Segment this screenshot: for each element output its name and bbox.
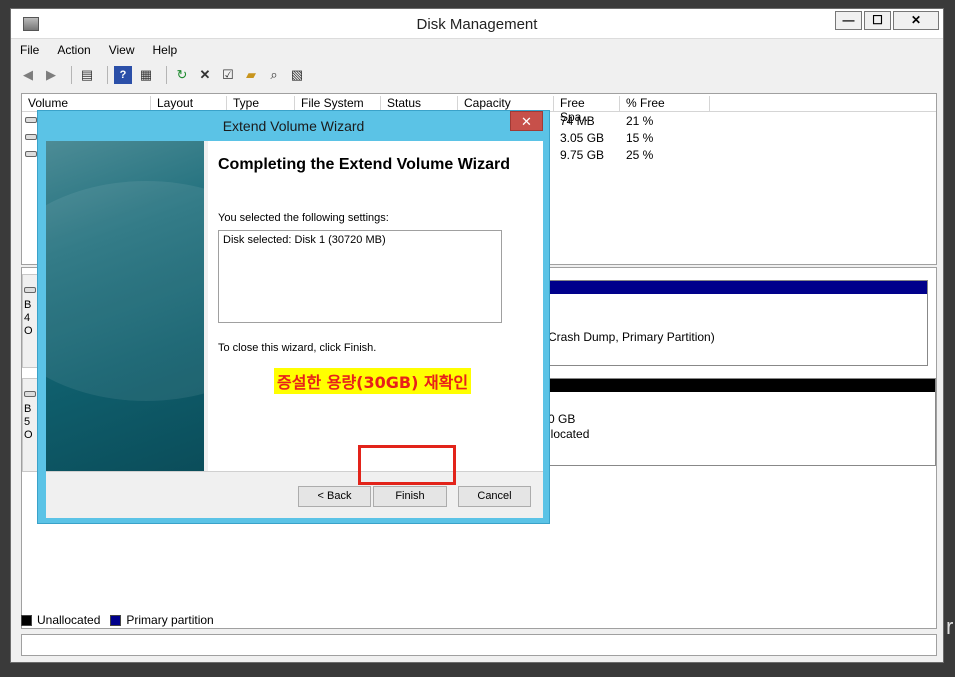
cancel-button[interactable]: Cancel xyxy=(458,486,531,507)
console-tree-icon[interactable]: ▤ xyxy=(78,66,96,84)
banner-decoration xyxy=(46,181,204,401)
disk-0-partition[interactable]: Crash Dump, Primary Partition) xyxy=(542,280,928,366)
title-bar: Disk Management — ☐ ✕ xyxy=(11,9,943,39)
minimize-button[interactable]: — xyxy=(835,11,862,30)
finish-button[interactable]: Finish xyxy=(373,486,447,507)
back-button[interactable]: < Back xyxy=(298,486,371,507)
column-free-space[interactable]: Free Spa... xyxy=(554,96,620,124)
volume-icon xyxy=(25,134,37,140)
row-1-percent-free: 21 % xyxy=(626,114,654,128)
volume-icon xyxy=(25,117,37,123)
wizard-title: Extend Volume Wizard xyxy=(222,118,365,134)
close-instruction: To close this wizard, click Finish. xyxy=(218,342,377,354)
toolbar: ◀ ▶ ▤ ? ▦ ↻ ✕ ☑ ▰ ⌕ ▧ xyxy=(19,64,311,86)
wizard-footer-divider xyxy=(46,471,543,472)
back-icon[interactable]: ◀ xyxy=(19,66,37,84)
wizard-body: Completing the Extend Volume Wizard You … xyxy=(46,141,543,518)
menu-bar: File Action View Help xyxy=(11,40,186,60)
refresh-icon[interactable]: ↻ xyxy=(173,66,191,84)
finish-highlight-box xyxy=(358,445,456,485)
close-button[interactable]: ✕ xyxy=(893,11,939,30)
background-window-fragment: r xyxy=(946,614,954,639)
disk-1-line-2: 5 xyxy=(24,416,31,428)
delete-icon[interactable]: ✕ xyxy=(196,66,214,84)
disk-0-partition-label: Crash Dump, Primary Partition) xyxy=(548,330,715,344)
row-2-free-space: 3.05 GB xyxy=(560,131,605,145)
legend-label-primary: Primary partition xyxy=(126,613,214,627)
column-percent-free[interactable]: % Free xyxy=(620,96,710,112)
volume-icon xyxy=(25,151,37,157)
row-1-free-space: 74 MB xyxy=(560,114,595,128)
menu-view[interactable]: View xyxy=(100,40,144,60)
extend-volume-wizard: Extend Volume Wizard ✕ Completing the Ex… xyxy=(37,110,550,524)
settings-label: You selected the following settings: xyxy=(218,212,389,224)
window-title: Disk Management xyxy=(416,16,538,33)
disk-1-unallocated-status: llocated xyxy=(548,427,590,441)
disk-icon xyxy=(24,287,36,293)
wizard-content: Completing the Extend Volume Wizard You … xyxy=(208,141,543,471)
menu-action[interactable]: Action xyxy=(48,40,99,60)
disk-1-unallocated-size: 0 GB xyxy=(548,412,576,426)
wizard-close-button[interactable]: ✕ xyxy=(510,111,543,131)
status-bar xyxy=(21,634,937,656)
wizard-title-bar: Extend Volume Wizard ✕ xyxy=(38,111,549,139)
primary-partition-bar xyxy=(543,281,927,294)
row-3-percent-free: 25 % xyxy=(626,148,654,162)
row-2-percent-free: 15 % xyxy=(626,131,654,145)
disk-0-line-1: B xyxy=(24,299,32,311)
legend-swatch-unallocated xyxy=(21,614,32,626)
legend: Unallocated Primary partition xyxy=(21,613,214,627)
forward-icon[interactable]: ▶ xyxy=(42,66,60,84)
legend-label-unallocated: Unallocated xyxy=(37,613,101,627)
export-icon[interactable]: ▧ xyxy=(288,66,306,84)
settings-summary-box[interactable]: Disk selected: Disk 1 (30720 MB) xyxy=(218,230,502,323)
annotation-note: 증설한 용량(30GB) 재확인 xyxy=(274,368,472,394)
disk-0-line-2: 4 xyxy=(24,312,31,324)
disk-0-line-3: O xyxy=(24,325,33,337)
toolbar-separator xyxy=(166,66,167,84)
search-icon[interactable]: ⌕ xyxy=(265,66,283,84)
menu-help[interactable]: Help xyxy=(144,40,187,60)
settings-summary-text: Disk selected: Disk 1 (30720 MB) xyxy=(223,234,386,246)
unallocated-bar xyxy=(543,379,935,392)
wizard-side-banner xyxy=(46,141,204,471)
disk-1-line-3: O xyxy=(24,429,33,441)
disk-1-line-1: B xyxy=(24,403,32,415)
menu-file[interactable]: File xyxy=(11,40,48,60)
properties-view-icon[interactable]: ▦ xyxy=(137,66,155,84)
properties-icon[interactable]: ☑ xyxy=(219,66,237,84)
row-3-free-space: 9.75 GB xyxy=(560,148,605,162)
toolbar-separator xyxy=(107,66,108,84)
legend-swatch-primary xyxy=(110,614,122,626)
help-icon[interactable]: ? xyxy=(114,66,132,84)
disk-icon xyxy=(24,391,36,397)
maximize-button[interactable]: ☐ xyxy=(864,11,891,30)
open-icon[interactable]: ▰ xyxy=(242,66,260,84)
disk-1-unallocated[interactable]: 0 GB llocated xyxy=(542,378,936,466)
toolbar-separator xyxy=(71,66,72,84)
wizard-heading: Completing the Extend Volume Wizard xyxy=(218,156,511,173)
